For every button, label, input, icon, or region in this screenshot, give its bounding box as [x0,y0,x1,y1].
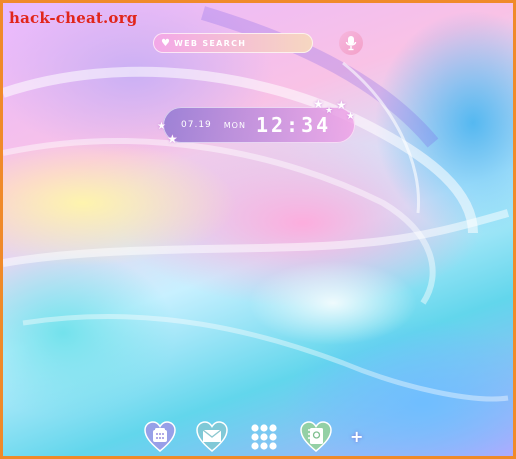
app-drawer-icon [251,424,277,450]
star-icon: ★ [157,121,166,132]
star-icon: ★ [313,97,324,111]
web-search-bar[interactable]: ♥ WEB SEARCH [153,33,313,53]
dock-item-apps[interactable] [247,420,281,454]
home-screen: hack-cheat.org ♥ WEB SEARCH 07.19 MON 12… [0,0,516,459]
voice-search-button[interactable] [339,31,363,55]
star-icon: ★ [336,98,347,112]
watermark: hack-cheat.org [9,9,138,27]
dock-item-phone[interactable] [143,420,177,454]
clock-date: 07.19 [181,120,212,130]
dock [143,417,383,456]
plus-icon[interactable]: + [350,427,363,446]
clock-time: 12:34 [255,113,332,137]
star-icon: ★ [325,106,334,116]
clock-day: MON [223,120,246,130]
star-icon: ★ [346,111,355,122]
microphone-icon [345,36,357,51]
mail-icon [196,421,228,452]
contacts-icon [300,421,332,452]
dock-item-contacts[interactable] [299,420,333,454]
phone-icon [144,421,176,452]
wallpaper [3,6,510,402]
web-search-label: WEB SEARCH [173,38,247,48]
dock-item-mail[interactable] [195,420,229,454]
heart-icon: ♥ [161,37,170,49]
star-icon: ★ [167,132,178,146]
